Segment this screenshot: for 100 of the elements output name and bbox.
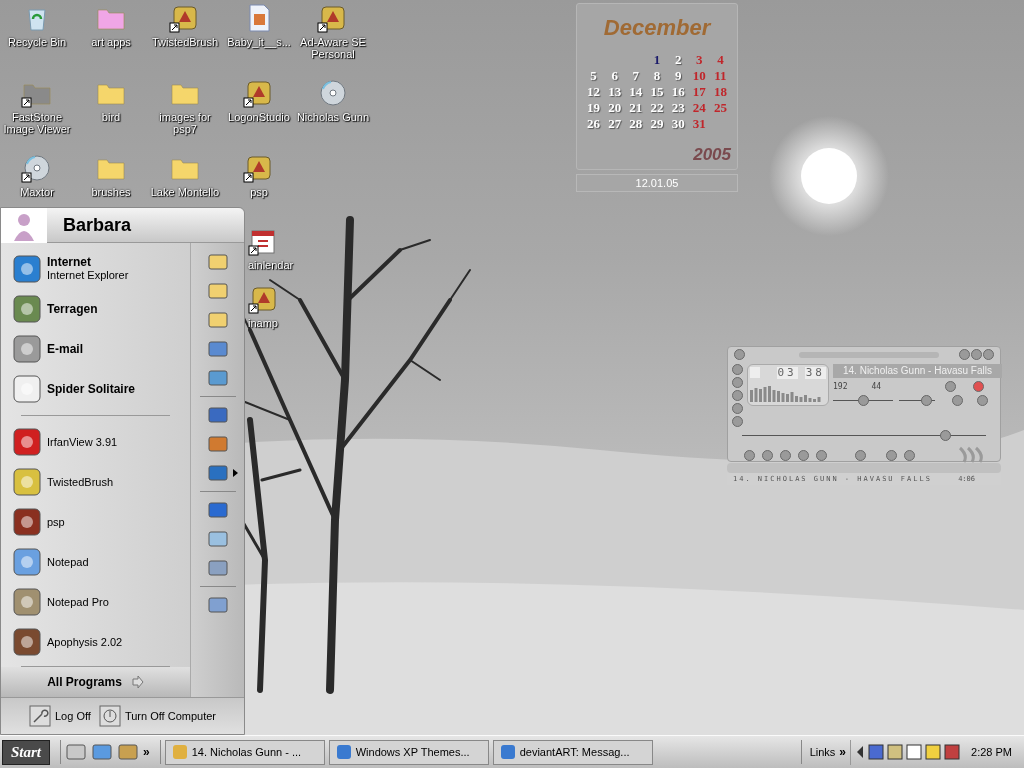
player-button[interactable] [983, 349, 994, 360]
links-toolbar[interactable]: Links [809, 743, 836, 761]
player-button[interactable] [732, 403, 743, 414]
program-label: Notepad Pro [47, 594, 109, 610]
time-seconds: 38 [804, 367, 826, 379]
all-programs-button[interactable]: All Programs [1, 667, 190, 697]
calendar-day: 15 [646, 84, 668, 100]
program-icon [171, 744, 188, 760]
program-title: Spider Solitaire [47, 382, 136, 396]
calendar-day: 5 [583, 68, 605, 84]
taskbar-task[interactable]: 14. Nicholas Gunn - ... [164, 739, 325, 765]
quick-launch-icon[interactable] [65, 741, 87, 763]
calendar-day: 8 [646, 68, 668, 84]
player-button[interactable] [732, 364, 743, 375]
calendar-month: December [602, 16, 713, 40]
calendar-day: 19 [583, 100, 605, 116]
player-button[interactable] [976, 395, 988, 406]
player-button[interactable] [904, 449, 915, 461]
power-icon [98, 705, 121, 727]
slider-thumb[interactable] [939, 430, 951, 441]
player-button[interactable] [780, 449, 791, 461]
calendar-day: 9 [667, 68, 689, 84]
player-button[interactable] [971, 349, 982, 360]
player-button[interactable] [886, 449, 897, 461]
player-button[interactable] [734, 349, 745, 360]
sample-rate: 44 [871, 381, 882, 392]
more-links[interactable]: » [839, 743, 847, 761]
player-button[interactable] [951, 395, 963, 406]
bitrate: 192 [833, 381, 848, 392]
slider-thumb[interactable] [921, 395, 932, 406]
program-icon [11, 426, 43, 458]
tray-icon[interactable] [868, 744, 885, 760]
taskbar-task[interactable]: Windows XP Themes... [328, 739, 489, 765]
volume-slider[interactable] [833, 395, 893, 406]
program-icon [11, 293, 43, 325]
recent-program[interactable]: TwistedBrush [1, 462, 190, 502]
pinned-program[interactable]: Terragen [1, 289, 190, 329]
program-subtitle: Internet Explorer [47, 269, 129, 282]
calendar-day: 27 [604, 116, 626, 132]
quick-launch-icon[interactable] [91, 741, 113, 763]
program-icon [499, 744, 516, 760]
balance-slider[interactable] [899, 395, 935, 406]
calendar-day: 29 [646, 116, 668, 132]
calendar-day: 18 [709, 84, 731, 100]
expand-tray-icon[interactable] [855, 745, 866, 759]
recent-program[interactable]: IrfanView 3.91 [1, 422, 190, 462]
tray-icon[interactable] [925, 744, 942, 760]
player-button[interactable] [959, 349, 970, 360]
program-label: psp [47, 514, 65, 530]
player-button[interactable] [972, 381, 984, 392]
disc-icon[interactable] [21, 152, 53, 184]
program-icon [11, 626, 43, 658]
recent-program[interactable]: psp [1, 502, 190, 542]
tray-icon[interactable] [906, 744, 923, 760]
start-button[interactable]: Start [2, 739, 50, 765]
calendar-day: 16 [667, 84, 689, 100]
player-button[interactable] [732, 390, 743, 401]
quick-launch-icon[interactable] [117, 741, 139, 763]
log-off-button[interactable]: Log Off [29, 705, 91, 727]
key-icon [29, 705, 51, 727]
player-button[interactable] [744, 449, 755, 461]
calendar-day: 12 [583, 84, 605, 100]
turn-off-button[interactable]: Turn Off Computer [98, 705, 216, 727]
player-button[interactable] [732, 416, 743, 427]
calendar-day: 13 [604, 84, 626, 100]
player-button[interactable] [762, 449, 773, 461]
pinned-program[interactable]: E-mail [1, 329, 190, 369]
tray-icon[interactable] [944, 744, 961, 760]
calendar-day: 7 [625, 68, 647, 84]
recent-program[interactable]: Notepad [1, 542, 190, 582]
song-title: 14. Nicholas Gunn - Havasu Falls [833, 364, 1002, 378]
program-label: Apophysis 2.02 [47, 634, 123, 650]
slider-thumb[interactable] [858, 395, 869, 406]
calendar-day: 11 [709, 68, 731, 84]
pinned-program[interactable]: Spider Solitaire [1, 369, 190, 409]
player-button[interactable] [816, 449, 827, 461]
calendar-day: 1 [646, 52, 668, 68]
seek-bar[interactable] [742, 430, 986, 441]
calendar-day: 23 [667, 100, 689, 116]
calendar-day: 14 [625, 84, 647, 100]
program-label: TwistedBrush [47, 474, 114, 490]
more-quick-launch[interactable]: » [143, 743, 150, 761]
player-button[interactable] [855, 449, 866, 461]
recent-program[interactable]: Notepad Pro [1, 582, 190, 622]
calendar-day: 4 [709, 52, 731, 68]
pinned-program[interactable]: Internet Internet Explorer [1, 249, 190, 289]
tray-icon[interactable] [887, 744, 904, 760]
recent-program[interactable]: Apophysis 2.02 [1, 622, 190, 662]
program-icon [335, 744, 352, 760]
calendar-day: 2 [667, 52, 689, 68]
taskbar-task[interactable]: deviantART: Messag... [492, 739, 653, 765]
player-button[interactable] [944, 381, 956, 392]
calendar-day: 17 [688, 84, 710, 100]
calendar-day: 24 [688, 100, 710, 116]
program-title: Internet [47, 256, 92, 269]
player-button[interactable] [798, 449, 809, 461]
calendar-year: 2005 [693, 143, 731, 166]
calendar-day: 3 [688, 52, 710, 68]
user-name: Barbara [63, 213, 132, 237]
player-button[interactable] [732, 377, 743, 388]
